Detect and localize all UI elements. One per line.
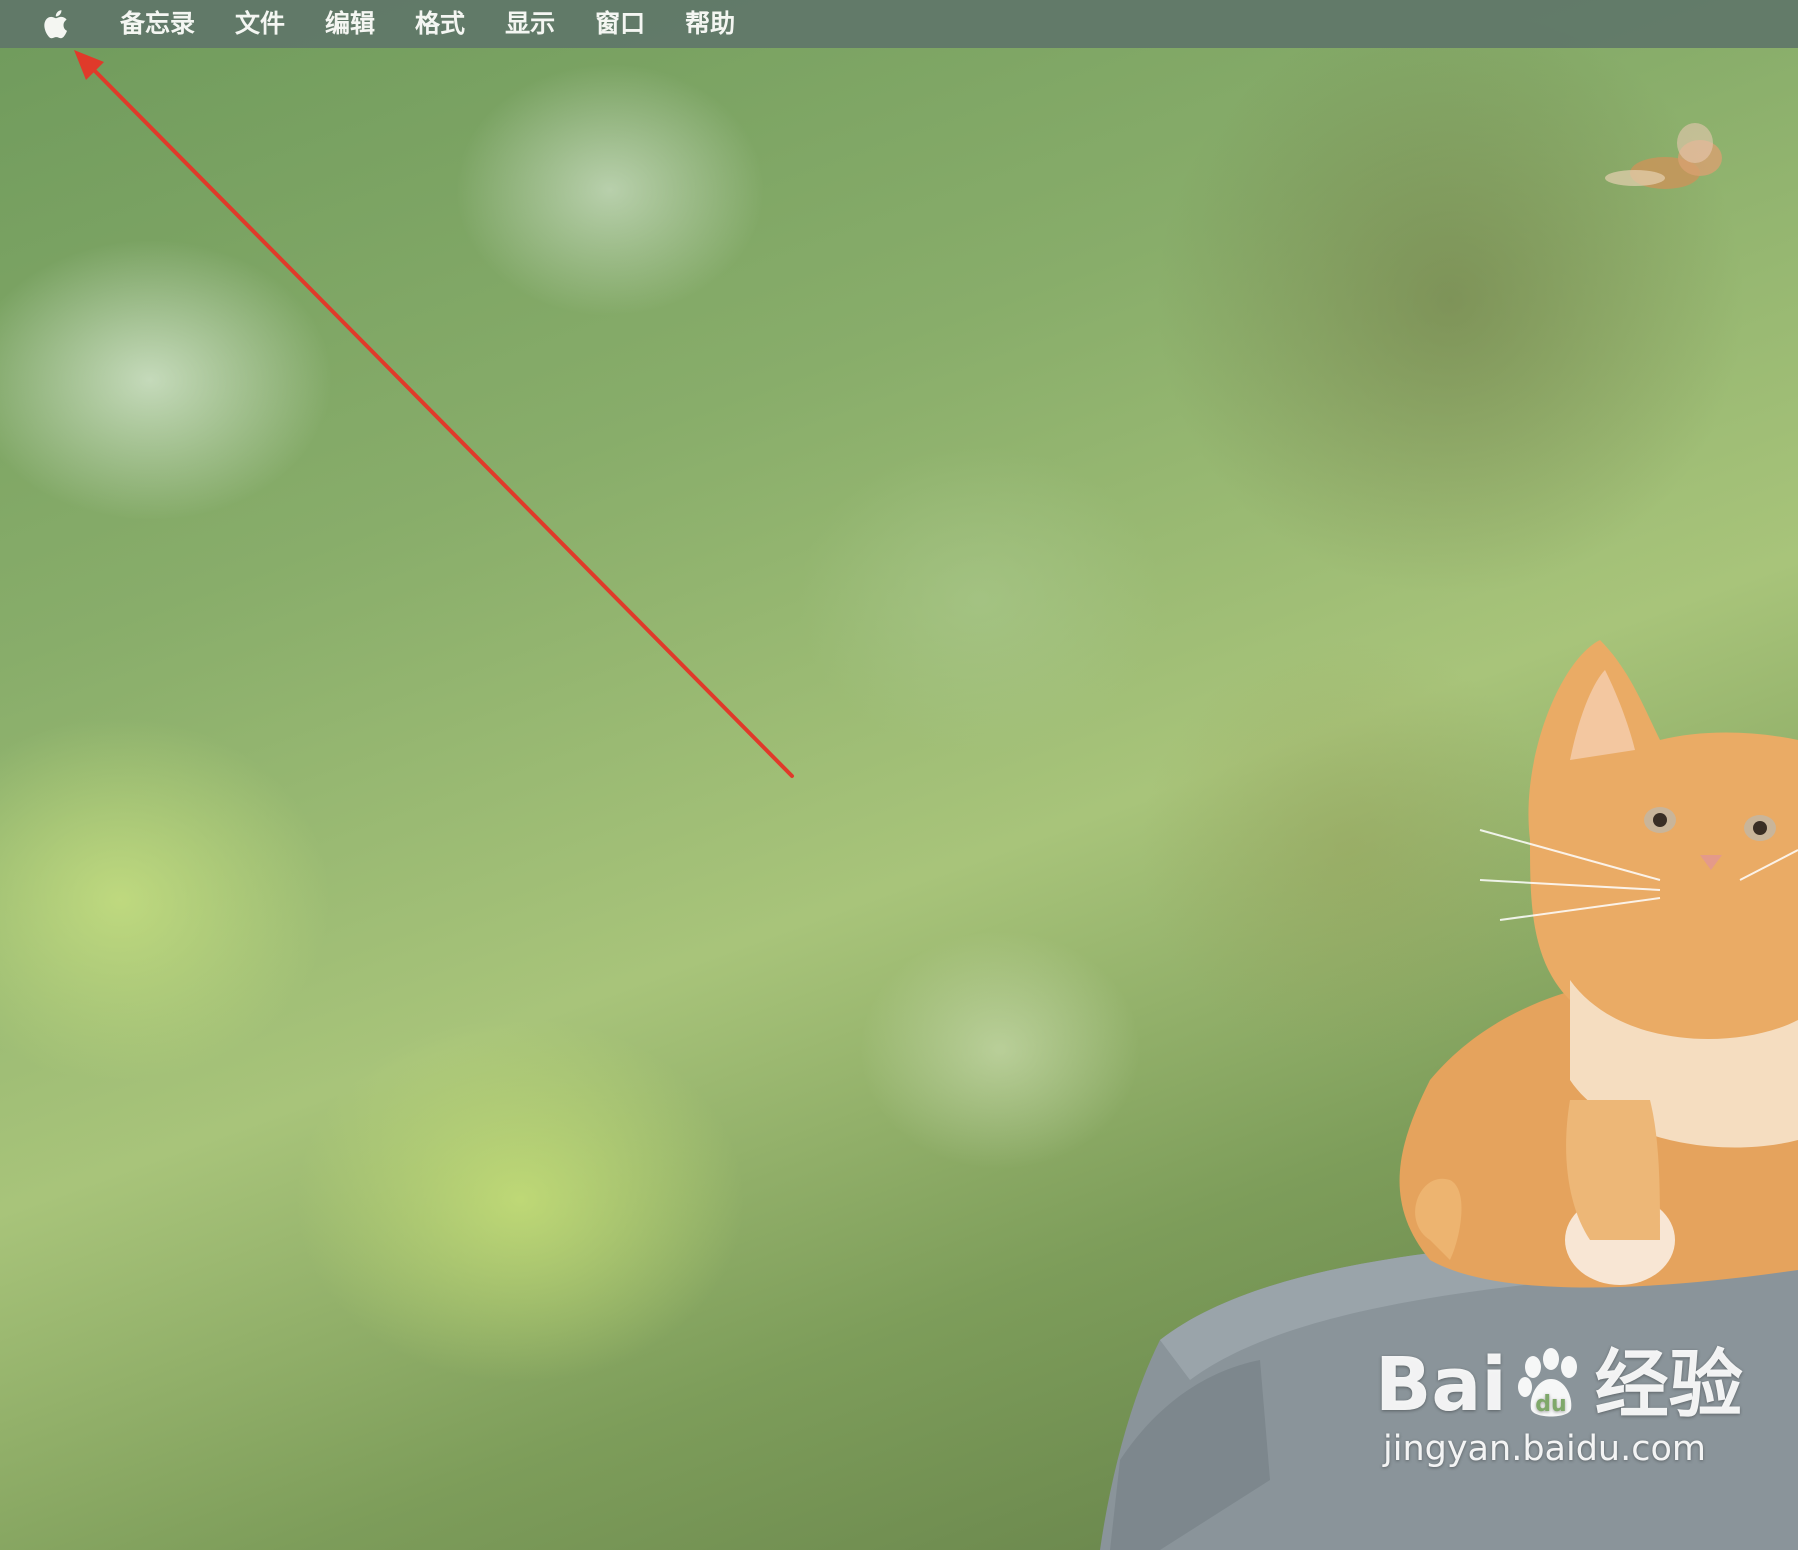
watermark-brand-prefix: Bai: [1375, 1342, 1507, 1428]
watermark-brand-suffix: 经验: [1594, 1342, 1743, 1428]
menu-format[interactable]: 格式: [395, 0, 485, 48]
menu-window[interactable]: 窗口: [575, 0, 665, 48]
menu-bar: 备忘录 文件 编辑 格式 显示 窗口 帮助: [0, 0, 1798, 48]
watermark-url: jingyan.baidu.com: [1383, 1429, 1706, 1469]
baidu-watermark: Bai du 经验 jingyan.baidu.com: [1375, 1345, 1743, 1469]
baidu-paw-icon: du: [1517, 1348, 1577, 1417]
menu-notes[interactable]: 备忘录: [100, 0, 215, 48]
svg-text:du: du: [1535, 1392, 1566, 1417]
menu-help[interactable]: 帮助: [665, 0, 755, 48]
flying-insect-image: [1605, 123, 1722, 189]
desktop-wallpaper: 备忘录 文件 编辑 格式 显示 窗口 帮助 Bai du 经验 jingyan.…: [0, 0, 1798, 1550]
menu-edit[interactable]: 编辑: [305, 0, 395, 48]
apple-logo-icon[interactable]: [42, 7, 72, 41]
menu-file[interactable]: 文件: [215, 0, 305, 48]
menu-view[interactable]: 显示: [485, 0, 575, 48]
